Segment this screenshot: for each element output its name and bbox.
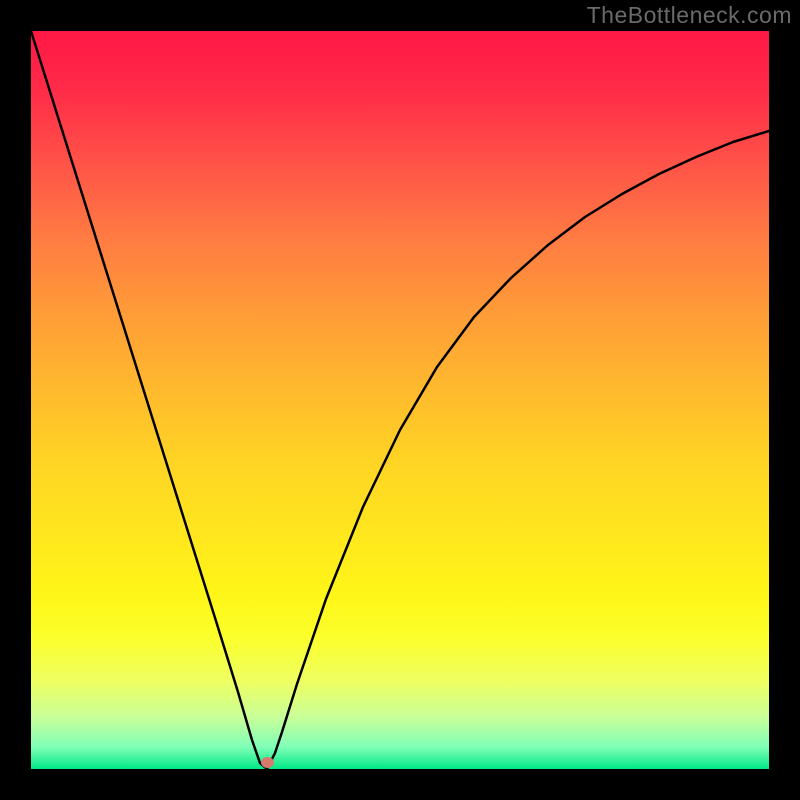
bottleneck-curve: [31, 31, 769, 769]
watermark-text: TheBottleneck.com: [587, 2, 792, 29]
optimal-point-marker: [261, 757, 274, 768]
bottleneck-curve-plot: [31, 31, 769, 769]
